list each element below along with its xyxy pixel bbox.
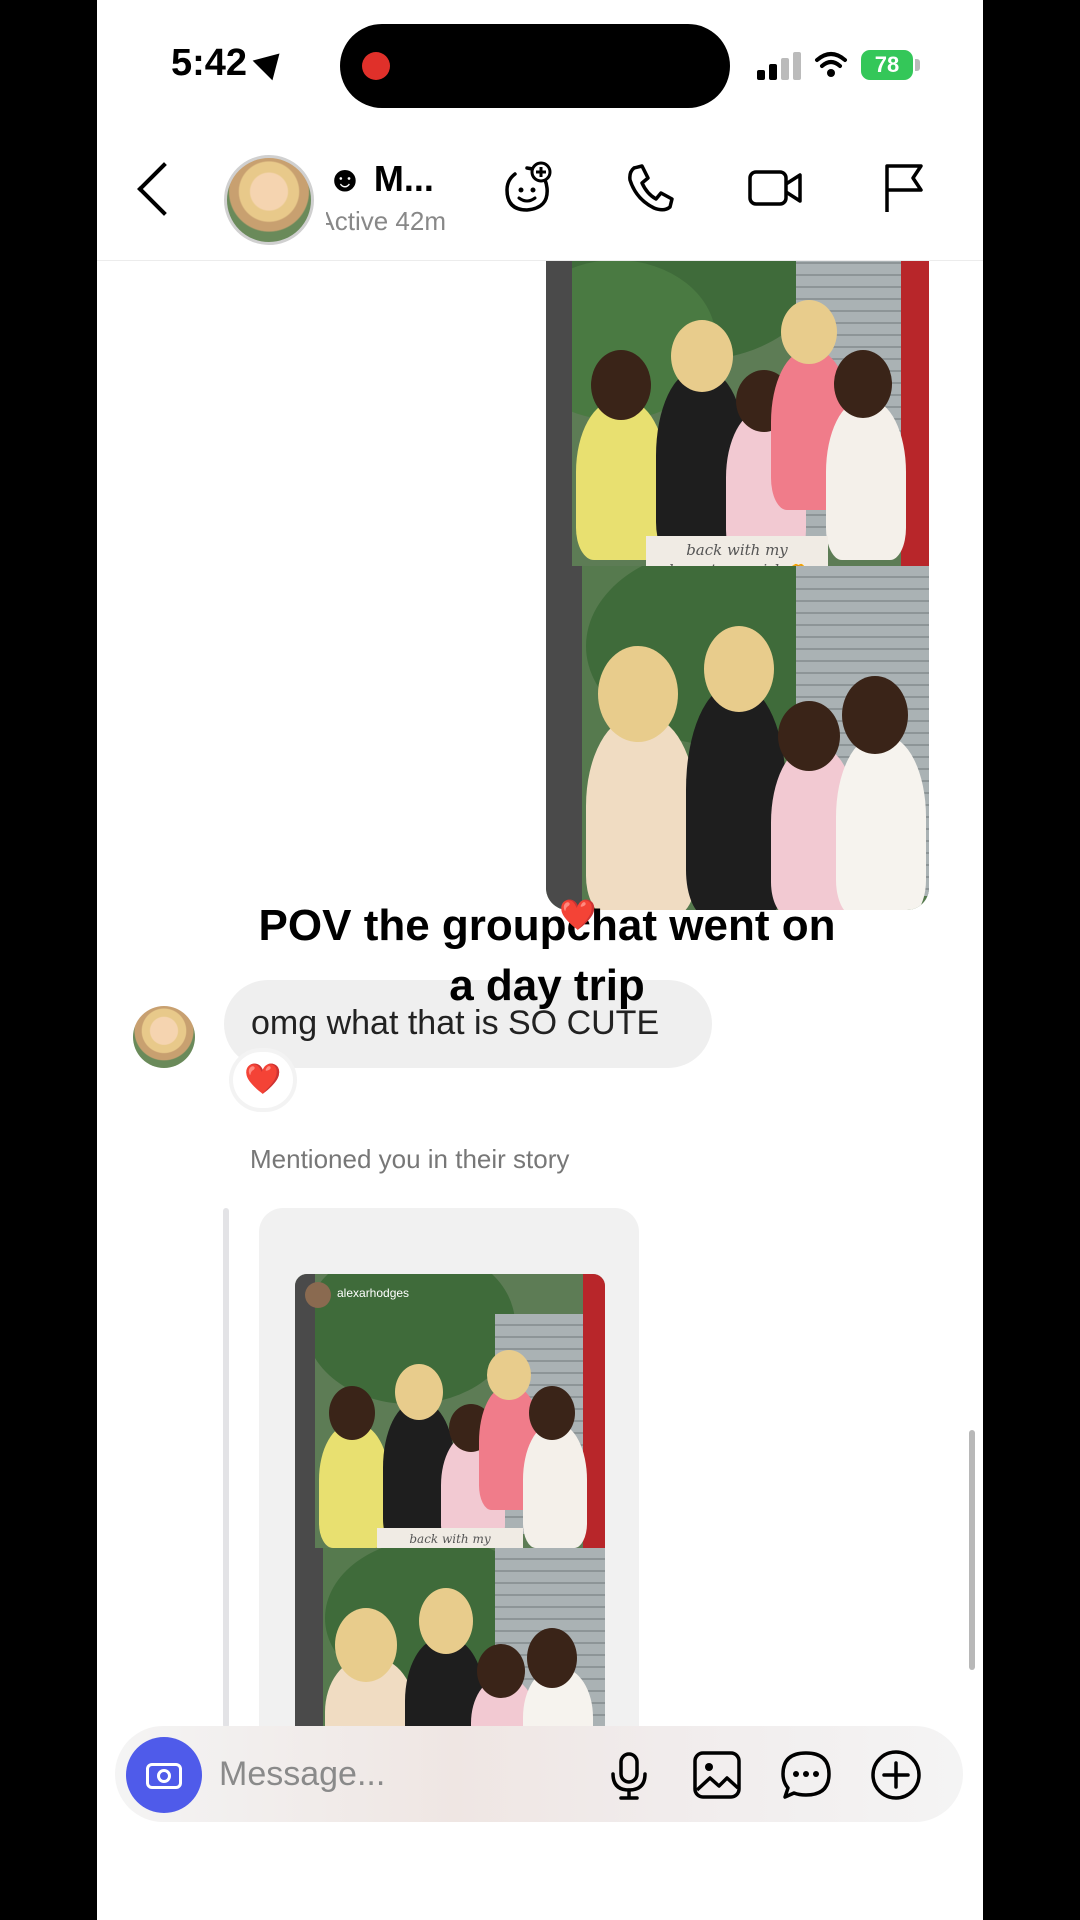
effects-icon[interactable] — [497, 158, 557, 218]
story-reply-bar — [223, 1208, 229, 1728]
phone-icon[interactable] — [620, 158, 680, 218]
back-chevron-icon[interactable] — [137, 162, 191, 216]
chat-header: ☻ M... Active 42m — [97, 130, 983, 261]
camera-button[interactable] — [126, 1737, 202, 1813]
story-photo-bottom — [295, 1548, 605, 1754]
story-user-avatar — [305, 1282, 331, 1308]
story-preview[interactable]: alexarhodges back with my hometown girls… — [295, 1274, 605, 1754]
post-heart-reaction[interactable]: ❤️ — [559, 898, 596, 933]
contact-name[interactable]: ☻ M... — [326, 158, 434, 200]
chat-screen: 5:42 78 ☻ M... Active 42m back with my ❤… — [97, 0, 983, 1920]
flag-icon[interactable] — [873, 158, 933, 218]
video-camera-icon[interactable] — [745, 158, 805, 218]
dynamic-island — [340, 24, 730, 108]
shared-photo-post[interactable]: back with my hometown girls🫶 — [546, 200, 929, 910]
chat-scrollbar[interactable] — [969, 1430, 975, 1670]
message-composer — [115, 1726, 963, 1822]
wifi-icon — [815, 52, 847, 77]
contact-avatar[interactable] — [224, 155, 314, 245]
message-input[interactable] — [217, 1748, 551, 1800]
microphone-icon[interactable] — [602, 1748, 656, 1802]
battery-indicator: 78 — [861, 50, 913, 80]
plus-icon[interactable] — [869, 1748, 923, 1802]
gallery-icon[interactable] — [690, 1748, 744, 1802]
story-username: alexarhodges — [337, 1286, 410, 1300]
contact-activity: Active 42m — [326, 206, 446, 236]
message-heart-reaction[interactable]: ❤️ — [233, 1052, 293, 1108]
location-arrow-icon — [252, 43, 290, 81]
story-mention-card[interactable]: alexarhodges back with my hometown girls… — [259, 1208, 639, 1768]
story-photo-top — [295, 1274, 605, 1548]
status-bar: 5:42 78 — [97, 0, 983, 130]
camera-lens — [157, 1769, 171, 1783]
recording-indicator-icon — [362, 52, 390, 80]
video-overlay-caption: POV the groupchat went on a day trip — [258, 901, 836, 1010]
sticker-icon[interactable] — [779, 1748, 833, 1802]
battery-cap — [915, 59, 920, 71]
cellular-signal-icon — [757, 50, 801, 80]
post-photo-bottom — [546, 566, 929, 910]
story-mention-label: Mentioned you in their story — [250, 1144, 570, 1174]
status-time: 5:42 — [171, 42, 248, 84]
sender-avatar[interactable] — [133, 1006, 195, 1068]
